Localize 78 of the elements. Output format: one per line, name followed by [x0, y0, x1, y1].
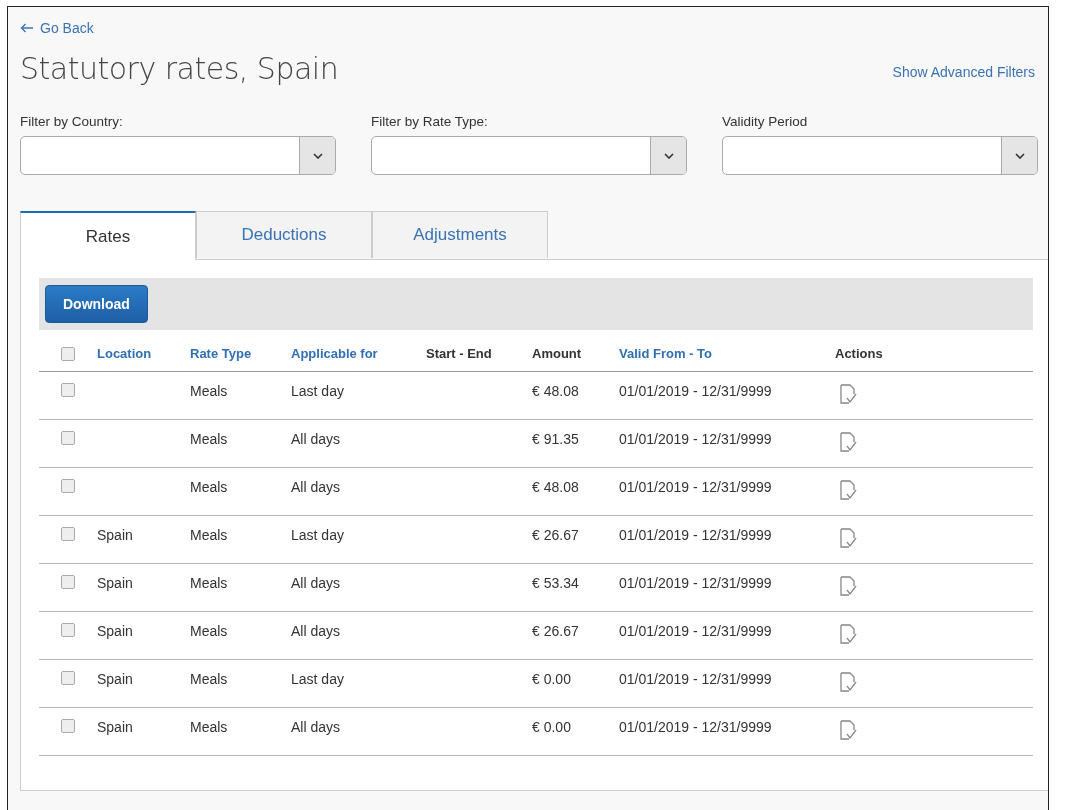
document-check-icon — [838, 383, 858, 405]
table-cell: All days — [291, 575, 341, 591]
document-check-icon — [838, 431, 858, 453]
page-title: Statutory rates, Spain — [20, 51, 339, 86]
table-cell: All days — [291, 623, 341, 639]
table-cell: 01/01/2019 - 12/31/9999 — [619, 719, 772, 735]
document-check-icon — [838, 527, 858, 549]
tab[interactable]: Deductions — [196, 211, 372, 258]
filter-label: Filter by Country: — [20, 114, 124, 129]
table-cell: Last day — [291, 383, 344, 399]
table-cell: € 48.08 — [532, 479, 579, 495]
download-button[interactable]: Download — [45, 285, 148, 323]
table-cell: Spain — [97, 719, 133, 735]
table-cell: All days — [291, 479, 341, 495]
filter-label: Filter by Rate Type: — [371, 114, 489, 129]
table-cell: Meals — [190, 575, 228, 591]
column-header: Amount — [532, 346, 582, 361]
checkbox[interactable] — [61, 623, 75, 637]
table-cell: 01/01/2019 - 12/31/9999 — [619, 575, 772, 591]
filter-label: Validity Period — [722, 114, 809, 129]
checkbox[interactable] — [61, 431, 75, 445]
column-header[interactable]: Valid From - To — [619, 346, 712, 361]
table-cell: Meals — [190, 623, 228, 639]
table-cell: 01/01/2019 - 12/31/9999 — [619, 383, 772, 399]
checkbox[interactable] — [61, 575, 75, 589]
document-check-icon — [838, 575, 858, 597]
table-cell: Meals — [190, 671, 228, 687]
document-check-icon — [838, 479, 858, 501]
table-cell: Spain — [97, 623, 133, 639]
dropdown-field[interactable] — [20, 136, 336, 175]
column-header[interactable]: Rate Type — [190, 346, 252, 361]
column-header[interactable]: Location — [97, 346, 152, 361]
tab[interactable]: Adjustments — [372, 211, 548, 258]
chevron-down-icon — [312, 152, 323, 159]
table-cell: Last day — [291, 527, 344, 543]
table-cell: Spain — [97, 575, 133, 591]
table-cell: Spain — [97, 671, 133, 687]
checkbox[interactable] — [61, 719, 75, 733]
table-cell: € 0.00 — [532, 719, 571, 735]
document-check-icon — [838, 623, 858, 645]
table-cell: € 0.00 — [532, 671, 571, 687]
table-cell: 01/01/2019 - 12/31/9999 — [619, 431, 772, 447]
table-cell: Meals — [190, 527, 228, 543]
table-cell: All days — [291, 719, 341, 735]
table-cell: Meals — [190, 479, 228, 495]
table-cell: 01/01/2019 - 12/31/9999 — [619, 623, 772, 639]
table-cell: € 91.35 — [532, 431, 579, 447]
table-cell: € 26.67 — [532, 527, 579, 543]
column-header[interactable]: Applicable for — [291, 346, 378, 361]
dropdown-field[interactable] — [371, 136, 687, 175]
advanced-filters-link[interactable]: Show Advanced Filters — [892, 63, 1035, 80]
table-cell: 01/01/2019 - 12/31/9999 — [619, 479, 772, 495]
column-header: Start - End — [426, 346, 492, 361]
table-cell: 01/01/2019 - 12/31/9999 — [619, 527, 772, 543]
table-cell: Meals — [190, 431, 228, 447]
chevron-down-icon — [1014, 152, 1025, 159]
checkbox[interactable] — [61, 346, 75, 361]
table-cell: 01/01/2019 - 12/31/9999 — [619, 671, 772, 687]
tab[interactable]: Rates — [20, 211, 196, 260]
document-check-icon — [838, 719, 858, 741]
table-cell: € 48.08 — [532, 383, 579, 399]
table-cell: Spain — [97, 527, 133, 543]
checkbox[interactable] — [61, 671, 75, 685]
column-header: Actions — [835, 346, 883, 361]
table-cell: Last day — [291, 671, 344, 687]
arrow-left-icon — [20, 23, 34, 33]
table-cell: Meals — [190, 383, 228, 399]
dropdown-field[interactable] — [722, 136, 1038, 175]
checkbox[interactable] — [61, 383, 75, 397]
table-cell: Meals — [190, 719, 228, 735]
table-cell: All days — [291, 431, 341, 447]
chevron-down-icon — [663, 152, 674, 159]
checkbox[interactable] — [61, 527, 75, 541]
checkbox[interactable] — [61, 479, 75, 493]
go-back-link[interactable]: Go Back — [20, 20, 94, 36]
table-cell: € 26.67 — [532, 623, 579, 639]
table-cell: € 53.34 — [532, 575, 579, 591]
document-check-icon — [838, 671, 858, 693]
